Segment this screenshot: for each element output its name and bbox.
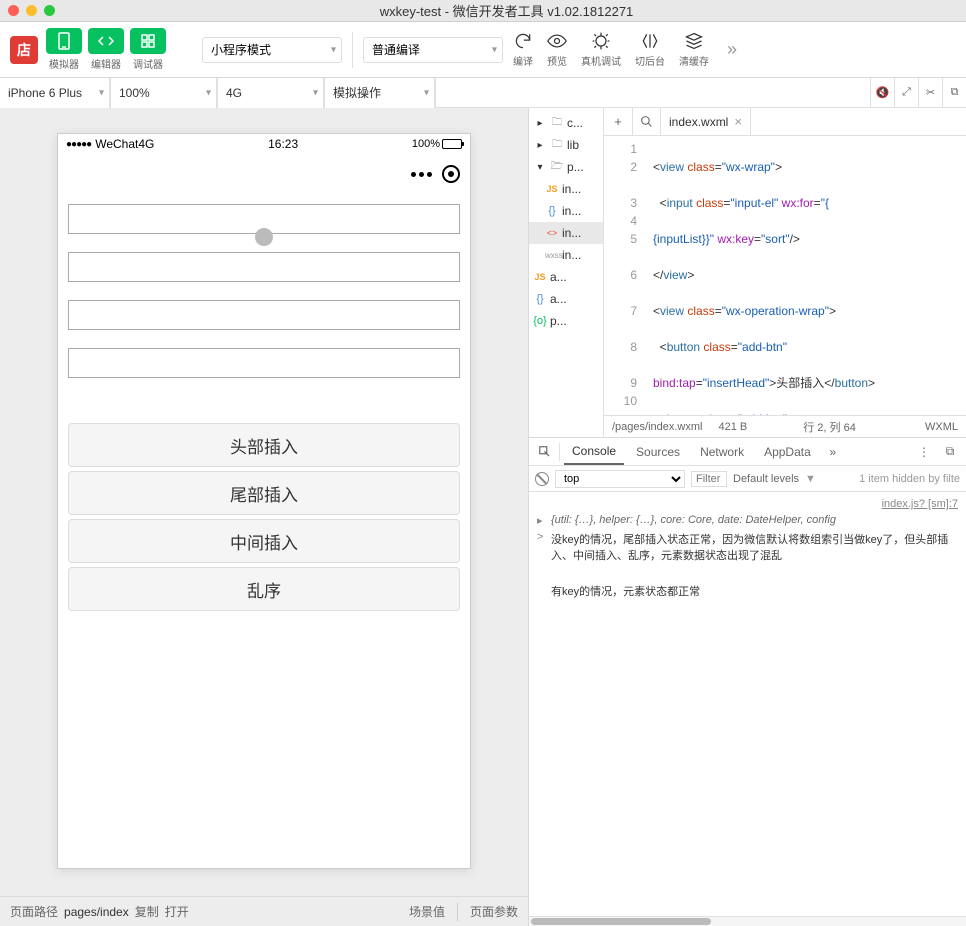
eye-icon (547, 31, 567, 51)
search-button[interactable] (632, 108, 660, 135)
more-tabs-button[interactable]: » (823, 445, 843, 459)
phone-frame: ●●●●● WeChat4G 16:23 100% (57, 133, 471, 869)
copy-link[interactable]: 复制 (135, 903, 159, 920)
input-field[interactable] (68, 348, 460, 378)
tree-file[interactable]: <>in... (529, 222, 603, 244)
close-tab-button[interactable]: × (734, 114, 742, 129)
code-editor[interactable]: 12 345 6 7 8 910 <view class="wx-wrap"> … (604, 136, 966, 415)
clear-cache-button[interactable]: 清缓存 (675, 31, 713, 68)
tree-file[interactable]: JSa... (529, 266, 603, 288)
tree-file[interactable]: {}in... (529, 200, 603, 222)
insert-between-button[interactable]: 中间插入 (68, 519, 460, 563)
editor-tab[interactable]: index.wxml× (661, 108, 751, 135)
capsule-menu-button[interactable] (411, 172, 432, 177)
network-tab[interactable]: Network (692, 438, 752, 465)
inspect-button[interactable] (535, 445, 555, 459)
tree-file[interactable]: wxssin... (529, 244, 603, 266)
simulator-panel: ●●●●● WeChat4G 16:23 100% (0, 108, 528, 926)
simulator-footer: 页面路径 pages/index 复制 打开 场景值 页面参数 (0, 896, 528, 926)
network-select[interactable]: 4G (218, 78, 324, 108)
zoom-select[interactable]: 100% (111, 78, 217, 108)
simulator-toggle[interactable]: 模拟器 (46, 28, 82, 71)
clear-console-button[interactable] (535, 472, 549, 486)
search-icon (640, 115, 653, 128)
mute-button[interactable]: 🔇 (870, 78, 894, 108)
phone-icon (46, 28, 82, 54)
orientation-button[interactable]: ⤢ (894, 78, 918, 108)
new-file-button[interactable]: + (604, 108, 632, 135)
editor-pane: + index.wxml× 12 345 6 7 8 910 <view cla… (604, 108, 966, 437)
window-titlebar: wxkey-test - 微信开发者工具 v1.02.1812271 (0, 0, 966, 22)
remote-debug-button[interactable]: 真机调试 (577, 31, 625, 68)
bug-icon (591, 31, 611, 51)
miniapp-navbar (58, 154, 470, 194)
devtools-menu-button[interactable]: ⋮ (914, 444, 934, 459)
tree-file[interactable]: JSin... (529, 178, 603, 200)
tree-file[interactable]: {}a... (529, 288, 603, 310)
popout-button[interactable]: ⧉ (942, 78, 966, 108)
layers-icon (684, 31, 704, 51)
tree-folder[interactable]: ▾🗁p... (529, 156, 603, 178)
battery-indicator: 100% (412, 138, 462, 150)
hidden-count: 1 item hidden by filte (859, 473, 960, 485)
log-levels-select[interactable]: Default levels (733, 473, 799, 485)
app-logo: 店 (10, 36, 38, 64)
simulator-subbar: iPhone 6 Plus 100% 4G 模拟操作 🔇 ⤢ ✂ ⧉ (0, 78, 966, 108)
file-tree: ▸🗀c... ▸🗀lib ▾🗁p... JSin... {}in... <>in… (529, 108, 604, 437)
scene-button[interactable]: 场景值 (409, 903, 445, 920)
cursor-indicator-icon (255, 228, 273, 246)
page-path: pages/index (64, 905, 129, 919)
open-link[interactable]: 打开 (165, 903, 189, 920)
console-output[interactable]: index.js? [sm]:7 ▸{util: {…}, helper: {…… (529, 492, 966, 916)
devtools-dock-button[interactable]: ⧉ (940, 444, 960, 459)
window-close-button[interactable] (8, 5, 19, 16)
preview-button[interactable]: 预览 (543, 31, 571, 68)
editor-toggle[interactable]: 编辑器 (88, 28, 124, 71)
signal-icon: ●●●●● (66, 139, 91, 150)
window-minimize-button[interactable] (26, 5, 37, 16)
main-toolbar: 店 模拟器 编辑器 调试器 小程序模式 普通编译 编译 预览 真机调试 切后台 (0, 22, 966, 78)
devtools-panel: Console Sources Network AppData » ⋮ ⧉ to… (529, 438, 966, 926)
shuffle-button[interactable]: 乱序 (68, 567, 460, 611)
context-select[interactable]: top (555, 470, 685, 488)
compile-mode-select[interactable]: 普通编译 (363, 37, 503, 63)
tree-folder[interactable]: ▸🗀lib (529, 134, 603, 156)
refresh-icon (513, 31, 533, 51)
tree-folder[interactable]: ▸🗀c... (529, 112, 603, 134)
console-tab[interactable]: Console (564, 438, 624, 465)
split-icon (640, 31, 660, 51)
app-mode-select[interactable]: 小程序模式 (202, 37, 342, 63)
background-button[interactable]: 切后台 (631, 31, 669, 68)
sources-tab[interactable]: Sources (628, 438, 688, 465)
battery-icon (442, 139, 462, 149)
input-field[interactable] (68, 300, 460, 330)
tree-file[interactable]: {o}p... (529, 310, 603, 332)
capsule-close-button[interactable] (442, 165, 460, 183)
source-link[interactable]: index.js? [sm]:7 (862, 498, 958, 510)
grid-icon (130, 28, 166, 54)
window-title: wxkey-test - 微信开发者工具 v1.02.1812271 (55, 1, 958, 20)
editor-status-bar: /pages/index.wxml 421 B 行 2, 列 64 WXML (604, 415, 966, 437)
compile-button[interactable]: 编译 (509, 31, 537, 68)
screenshot-button[interactable]: ✂ (918, 78, 942, 108)
input-list (68, 204, 460, 378)
sim-operation-select[interactable]: 模拟操作 (325, 78, 435, 108)
params-button[interactable]: 页面参数 (470, 903, 518, 920)
device-select[interactable]: iPhone 6 Plus (0, 78, 110, 108)
phone-status-bar: ●●●●● WeChat4G 16:23 100% (58, 134, 470, 154)
status-time: 16:23 (154, 137, 412, 151)
insert-head-button[interactable]: 头部插入 (68, 423, 460, 467)
expand-icon[interactable]: ▸ (537, 514, 547, 527)
toolbar-more-button[interactable]: » (719, 39, 745, 60)
horizontal-scrollbar[interactable] (529, 916, 966, 926)
input-field[interactable] (68, 252, 460, 282)
appdata-tab[interactable]: AppData (756, 438, 819, 465)
code-icon (88, 28, 124, 54)
debugger-toggle[interactable]: 调试器 (130, 28, 166, 71)
line-gutter: 12 345 6 7 8 910 (604, 136, 649, 415)
filter-input[interactable] (691, 471, 727, 487)
window-maximize-button[interactable] (44, 5, 55, 16)
insert-tail-button[interactable]: 尾部插入 (68, 471, 460, 515)
pointer-icon (538, 445, 552, 459)
